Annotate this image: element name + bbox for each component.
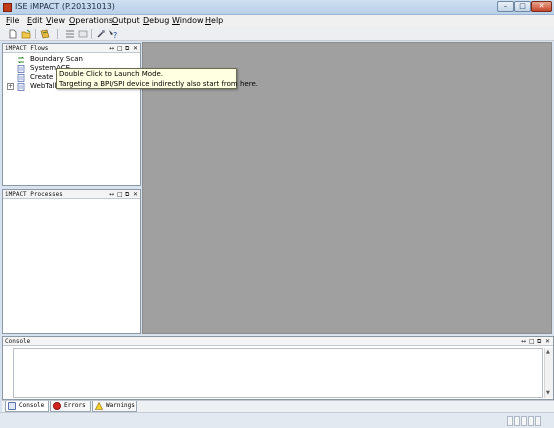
tab-label: Console bbox=[19, 402, 45, 409]
menu-debug[interactable]: Debug bbox=[143, 16, 169, 25]
menu-output[interactable]: Output bbox=[112, 16, 140, 25]
menu-view[interactable]: View bbox=[46, 16, 65, 25]
svg-text:?: ? bbox=[113, 31, 117, 39]
status-cell bbox=[535, 416, 541, 426]
error-icon bbox=[53, 402, 61, 410]
status-cell bbox=[528, 416, 534, 426]
maximize-button[interactable]: □ bbox=[514, 1, 531, 12]
list-view-icon[interactable] bbox=[65, 29, 75, 39]
save-icon[interactable] bbox=[40, 29, 50, 39]
restore-icon[interactable]: □ bbox=[529, 337, 535, 346]
tab-console[interactable]: Console bbox=[5, 401, 49, 412]
toolbar: ? bbox=[0, 27, 554, 41]
new-file-icon[interactable] bbox=[8, 29, 18, 39]
console-panel: Console ↔ □ ⧉ ✕ ▲ ▼ bbox=[2, 336, 554, 400]
float-icon[interactable]: ⧉ bbox=[537, 337, 541, 346]
tooltip-line-1: Double Click to Launch Mode. bbox=[59, 70, 164, 78]
pin-icon[interactable]: ↔ bbox=[521, 337, 526, 346]
menu-window[interactable]: Window bbox=[172, 16, 204, 25]
pin-icon[interactable]: ↔ bbox=[109, 44, 114, 53]
restore-icon[interactable]: □ bbox=[117, 190, 123, 199]
tab-label: Errors bbox=[64, 402, 86, 409]
open-folder-icon[interactable] bbox=[21, 29, 31, 39]
scroll-up-icon[interactable]: ▲ bbox=[546, 349, 550, 355]
tree-item-boundary-scan[interactable]: Boundary Scan bbox=[7, 55, 137, 64]
document-icon bbox=[17, 83, 25, 91]
menu-bar: File Edit View Operations Output Debug W… bbox=[0, 15, 554, 27]
toolbar-separator bbox=[57, 29, 58, 39]
close-panel-icon[interactable]: ✕ bbox=[133, 190, 138, 199]
window-title: ISE iMPACT (P.20131013) bbox=[15, 2, 115, 11]
float-icon[interactable]: ⧉ bbox=[125, 190, 129, 199]
minimize-button[interactable]: – bbox=[497, 1, 514, 12]
document-icon bbox=[17, 74, 25, 82]
status-bar bbox=[0, 412, 554, 428]
close-panel-icon[interactable]: ✕ bbox=[545, 337, 550, 346]
tab-errors[interactable]: Errors bbox=[50, 401, 91, 412]
processes-panel-header: iMPACT Processes ↔ □ ⧉ ✕ bbox=[3, 190, 140, 199]
console-panel-title: Console bbox=[5, 338, 31, 345]
menu-file[interactable]: File bbox=[6, 16, 19, 25]
status-cell bbox=[514, 416, 520, 426]
tooltip-line-2: Targeting a BPI/SPI device indirectly al… bbox=[59, 80, 258, 88]
tooltip: Double Click to Launch Mode. Targeting a… bbox=[56, 68, 258, 89]
close-window-button[interactable]: ✕ bbox=[531, 1, 552, 12]
status-cell bbox=[507, 416, 513, 426]
console-icon bbox=[8, 402, 16, 410]
flows-panel-header: iMPACT Flows ↔ □ ⧉ ✕ bbox=[3, 44, 140, 53]
toolbar-separator bbox=[91, 29, 92, 39]
processes-panel-title: iMPACT Processes bbox=[5, 191, 63, 198]
expand-icon[interactable]: + bbox=[7, 83, 14, 90]
close-panel-icon[interactable]: ✕ bbox=[133, 44, 138, 53]
tab-label: Warnings bbox=[106, 402, 135, 409]
tab-warnings[interactable]: Warnings bbox=[92, 401, 137, 412]
tools-icon[interactable] bbox=[96, 29, 106, 39]
console-scrollbar[interactable]: ▲ ▼ bbox=[544, 348, 553, 398]
menu-edit[interactable]: Edit bbox=[27, 16, 43, 25]
title-bar: ISE iMPACT (P.20131013) – □ ✕ bbox=[0, 0, 554, 15]
status-cell bbox=[521, 416, 527, 426]
flows-panel-title: iMPACT Flows bbox=[5, 45, 49, 52]
menu-operations[interactable]: Operations bbox=[69, 16, 113, 25]
toolbar-separator bbox=[35, 29, 36, 39]
output-tab-bar: Console Errors Warnings bbox=[2, 400, 554, 412]
warning-icon bbox=[95, 402, 103, 410]
boundary-scan-icon bbox=[17, 56, 25, 64]
flows-panel: iMPACT Flows ↔ □ ⧉ ✕ Boundary Scan Syste… bbox=[2, 43, 141, 186]
help-context-icon[interactable]: ? bbox=[108, 29, 118, 39]
detail-view-icon[interactable] bbox=[78, 29, 88, 39]
float-icon[interactable]: ⧉ bbox=[125, 44, 129, 53]
document-icon bbox=[17, 65, 25, 73]
scroll-down-icon[interactable]: ▼ bbox=[546, 390, 550, 396]
restore-icon[interactable]: □ bbox=[117, 44, 123, 53]
menu-help[interactable]: Help bbox=[205, 16, 223, 25]
console-panel-header: Console ↔ □ ⧉ ✕ bbox=[3, 337, 553, 346]
processes-panel: iMPACT Processes ↔ □ ⧉ ✕ bbox=[2, 189, 141, 334]
console-output[interactable] bbox=[13, 348, 543, 398]
tree-item-label: Boundary Scan bbox=[30, 55, 83, 63]
app-icon bbox=[3, 3, 12, 12]
pin-icon[interactable]: ↔ bbox=[109, 190, 114, 199]
